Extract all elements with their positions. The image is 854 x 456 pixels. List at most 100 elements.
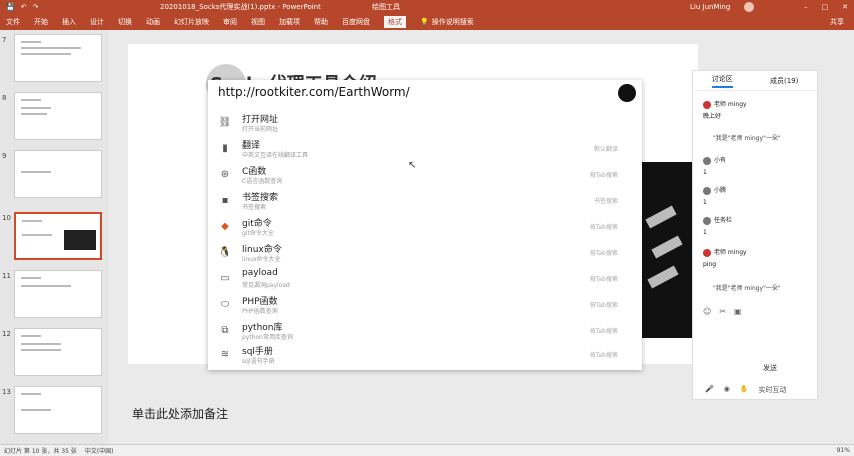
tab-slideshow[interactable]: 幻灯片放映	[174, 17, 209, 27]
linux-icon: 🐧	[218, 246, 232, 258]
thumbnail-slide-8[interactable]: 8	[0, 92, 108, 140]
thumbnail-number: 9	[2, 152, 7, 160]
menu-item-linux[interactable]: 🐧 linux命令 linux命令大全 按Tab搜索	[218, 242, 638, 266]
translate-icon: ▮	[222, 142, 228, 154]
camera-icon[interactable]: ◉	[724, 385, 730, 395]
chat-toolbar: ☺ ✂ ▣	[703, 307, 742, 316]
menu-item-c-func[interactable]: ⊛ C函数 C语言函数查询 按Tab搜索	[218, 164, 638, 188]
menu-item-hint: 按Tab搜索	[589, 172, 618, 179]
thumbnail-number: 12	[2, 330, 11, 338]
slide-image[interactable]	[642, 162, 694, 338]
thumbnail-preview-selected[interactable]	[14, 212, 102, 260]
thumbnail-preview[interactable]	[14, 386, 102, 434]
share-button[interactable]: 共享	[830, 17, 844, 27]
tab-animations[interactable]: 动画	[146, 17, 160, 27]
chat-message-text: 1	[703, 229, 707, 236]
chat-message-user: 小腾	[703, 185, 726, 195]
payload-icon: ▭	[220, 272, 230, 284]
tab-addins[interactable]: 加载项	[279, 17, 300, 27]
chat-message-text: 1	[703, 169, 707, 176]
menu-item-hint: 默认翻译	[593, 146, 618, 153]
php-icon: ⬭	[220, 298, 230, 310]
close-icon[interactable]: ✕	[842, 3, 848, 11]
thumbnail-slide-10[interactable]: 10	[0, 212, 108, 260]
chat-message-text: ping	[703, 261, 717, 268]
menu-item-open-url[interactable]: ⛓ 打开网址 打开当前网址	[218, 112, 638, 136]
tab-file[interactable]: 文件	[6, 17, 20, 27]
save-icon[interactable]: 💾	[6, 3, 15, 11]
ribbon-tabs: 文件 开始 插入 设计 切换 动画 幻灯片放映 审阅 视图 加载项 帮助 百度网…	[0, 14, 854, 30]
emoji-icon[interactable]: ☺	[703, 307, 711, 316]
image-icon[interactable]: ▣	[734, 307, 742, 316]
menu-item-desc: python常用库查询	[242, 334, 293, 341]
quick-access-toolbar: 💾 ↶ ↷	[0, 3, 120, 11]
menu-item-hint: 按Tab搜索	[589, 224, 618, 231]
quick-search-popup: http://rootkiter.com/EarthWorm/ ⛓ 打开网址 打…	[208, 80, 642, 370]
popup-url-text[interactable]: http://rootkiter.com/EarthWorm/	[218, 85, 410, 99]
thumbnail-slide-7[interactable]: 7	[0, 34, 108, 82]
menu-item-hint: 书签搜索	[593, 198, 618, 205]
tab-view[interactable]: 视图	[251, 17, 265, 27]
minimize-icon[interactable]: –	[804, 3, 808, 11]
window-controls: – □ ✕	[804, 3, 848, 11]
menu-item-payload[interactable]: ▭ payload 常见漏洞payload 按Tab搜索	[218, 268, 638, 292]
tab-members[interactable]: 成员(19)	[770, 76, 798, 86]
thumbnail-slide-11[interactable]: 11	[0, 270, 108, 318]
avatar[interactable]	[744, 2, 754, 12]
menu-item-translate[interactable]: ▮ 翻译 中英文互译在线翻译工具 默认翻译	[218, 138, 638, 162]
thumbnail-slide-13[interactable]: 13	[0, 386, 108, 434]
thumbnail-preview[interactable]	[14, 92, 102, 140]
menu-item-desc: 中英文互译在线翻译工具	[242, 152, 309, 159]
hand-icon[interactable]: ✋	[740, 385, 749, 395]
tab-baidu[interactable]: 百度网盘	[342, 17, 370, 27]
menu-item-desc: linux命令大全	[242, 256, 281, 263]
user-name[interactable]: Liu JunMing	[690, 3, 730, 11]
tab-transitions[interactable]: 切换	[118, 17, 132, 27]
redo-icon[interactable]: ↷	[33, 3, 39, 11]
thumbnail-image	[64, 230, 96, 250]
microphone-icon[interactable]: 🎤	[705, 385, 714, 395]
chat-footer-label: 实时互动	[758, 386, 787, 394]
thumbnail-slide-12[interactable]: 12	[0, 328, 108, 376]
tab-discussion[interactable]: 讨论区	[711, 74, 733, 88]
menu-item-python[interactable]: ⧉ python库 python常用库查询 按Tab搜索	[218, 320, 638, 344]
restore-icon[interactable]: □	[822, 3, 829, 11]
menu-item-bookmark-search[interactable]: ▪ 书签搜索 书签搜索 书签搜索	[218, 190, 638, 214]
chat-tabs: 讨论区 成员(19)	[693, 71, 817, 91]
menu-item-desc: 常见漏洞payload	[242, 282, 290, 289]
chat-panel: 讨论区 成员(19) 老师 mingy 晚上好 "我是"老师 mingy"一朵"…	[692, 70, 818, 400]
tab-home[interactable]: 开始	[34, 17, 48, 27]
link-icon: ⛓	[218, 116, 232, 128]
thumbnail-number: 10	[2, 214, 11, 222]
thumbnail-preview[interactable]	[14, 270, 102, 318]
avatar	[703, 156, 711, 165]
notes-placeholder[interactable]: 单击此处添加备注	[132, 405, 228, 422]
tab-design[interactable]: 设计	[90, 17, 104, 27]
app-logo-icon	[618, 84, 636, 102]
thumbnail-preview[interactable]	[14, 150, 102, 198]
tab-review[interactable]: 审阅	[223, 17, 237, 27]
menu-item-php[interactable]: ⬭ PHP函数 PHP函数查询 按Tab搜索	[218, 294, 638, 318]
avatar	[703, 216, 711, 225]
zoom-level[interactable]: 91%	[837, 447, 850, 454]
menu-item-git[interactable]: ◆ git命令 git命令大全 按Tab搜索	[218, 216, 638, 240]
thumbnail-preview[interactable]	[14, 328, 102, 376]
search-label: 操作说明搜索	[431, 18, 474, 26]
slide-thumbnails-pane: 7 8 9 10 11 12 13	[0, 30, 108, 444]
scissors-icon[interactable]: ✂	[719, 307, 726, 316]
chat-message-user: 任务栏	[703, 215, 732, 225]
send-button[interactable]: 发送	[763, 363, 777, 373]
thumbnail-preview[interactable]	[14, 34, 102, 82]
menu-item-hint: 按Tab搜索	[589, 276, 618, 283]
chat-message-text: 晚上好	[703, 113, 722, 120]
language-indicator[interactable]: 中文(中国)	[85, 446, 114, 455]
tell-me-search[interactable]: 💡 操作说明搜索	[420, 17, 474, 27]
window-title: 20201018_Socks代理实战(1).pptx - PowerPoint	[160, 3, 321, 11]
tab-help[interactable]: 帮助	[314, 17, 328, 27]
tab-format[interactable]: 格式	[384, 16, 406, 28]
undo-icon[interactable]: ↶	[21, 3, 27, 11]
menu-item-hint: 按Tab搜索	[589, 302, 618, 309]
thumbnail-slide-9[interactable]: 9	[0, 150, 108, 198]
menu-item-sql[interactable]: ≋ sql手册 sql语句手册 按Tab搜索	[218, 344, 638, 368]
tab-insert[interactable]: 插入	[62, 17, 76, 27]
